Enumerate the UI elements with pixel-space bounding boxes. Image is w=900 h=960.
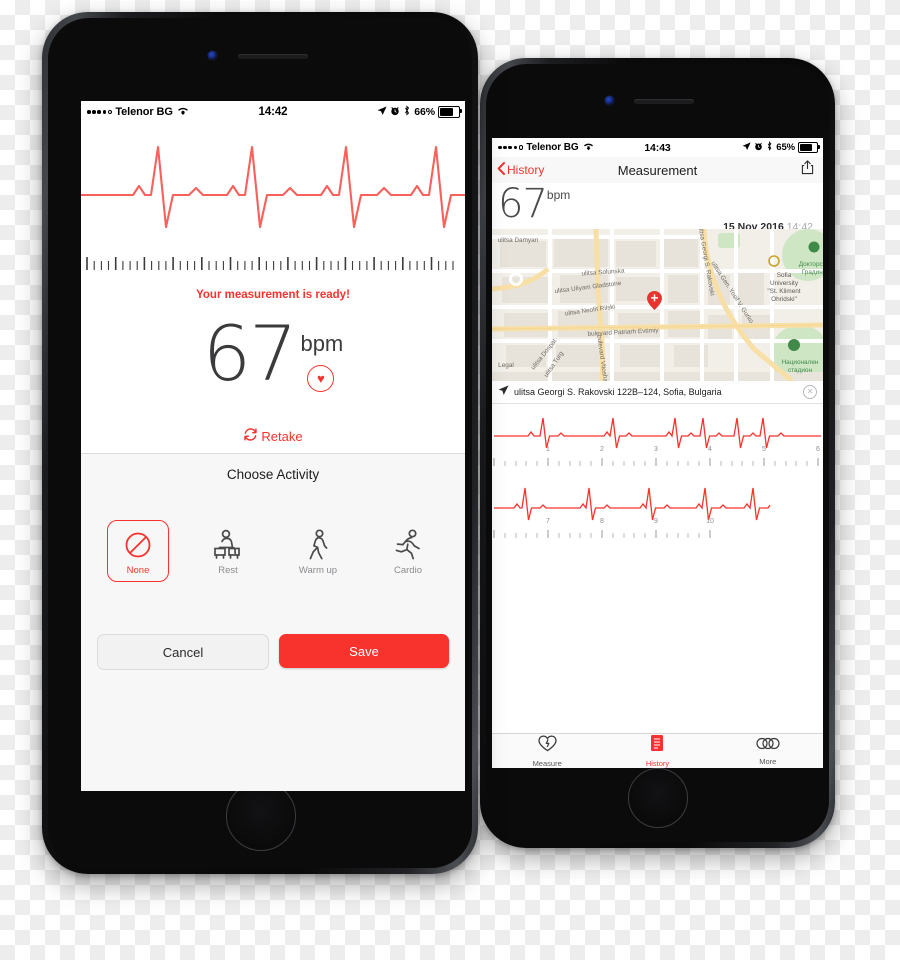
- three-circles-icon: [756, 737, 780, 755]
- ecg-strip-2: 7 8 9 10: [492, 478, 823, 540]
- navbar-right: History Measurement: [492, 157, 823, 184]
- heart-icon: ♥: [307, 365, 335, 392]
- heart-pulse-icon: [538, 734, 557, 757]
- ecg-tick-label: 8: [600, 518, 604, 525]
- map-pin-icon: [647, 291, 662, 310]
- map-label: стадион: [788, 367, 812, 374]
- ecg-tick-label: 9: [654, 518, 658, 525]
- ecg-tick-label: 7: [546, 518, 550, 525]
- ecg-tick-label: 6: [816, 446, 820, 453]
- earpiece-speaker: [238, 54, 308, 59]
- activity-picker: None Rest Warm up Cardio: [81, 482, 465, 582]
- ecg-strip-2-tick-labels: 7 8 9 10: [492, 518, 823, 530]
- tab-more-label: More: [759, 756, 777, 766]
- phone-right-bezel: Telenor BG 14:43 65% History Measurement…: [486, 64, 829, 842]
- tab-history[interactable]: History: [602, 734, 712, 768]
- address-bar[interactable]: ulitsa Georgi S. Rakovski 122B–124, Sofi…: [492, 381, 823, 404]
- screenshot-stage: Telenor BG 14:43 65% History Measurement…: [0, 0, 900, 960]
- measurement-bpm-value: 67: [498, 181, 548, 227]
- measurement-bpm-unit: bpm: [546, 188, 571, 202]
- map-label: Градина: [801, 269, 823, 276]
- ready-message: Your measurement is ready!: [196, 289, 350, 301]
- activity-option-none[interactable]: None: [107, 520, 169, 582]
- ecg-ruler: [81, 256, 465, 274]
- ecg-tick-label: 10: [706, 518, 714, 525]
- refresh-icon: [243, 427, 258, 445]
- sheet-title: Choose Activity: [226, 467, 320, 482]
- activity-option-warmup[interactable]: Warm up: [287, 520, 349, 582]
- earpiece-speaker: [634, 99, 694, 104]
- bpm-value: 67: [202, 309, 298, 398]
- map-label: ulitsa Damyan: [497, 237, 539, 244]
- phone-right: Telenor BG 14:43 65% History Measurement…: [480, 58, 835, 848]
- tab-measure[interactable]: Measure: [492, 734, 602, 768]
- activity-option-rest[interactable]: Rest: [197, 520, 259, 582]
- ecg-tick-label: 4: [708, 446, 712, 453]
- sheet-actions: Cancel Save: [81, 582, 465, 686]
- close-circle-icon[interactable]: ✕: [803, 385, 817, 399]
- map-label: Национален: [781, 359, 819, 366]
- status-bar-right: Telenor BG 14:43 65%: [492, 138, 823, 157]
- screen-left: Telenor BG 14:42 66% Your measurement is…: [81, 101, 465, 791]
- map-label: Докторска: [798, 261, 823, 268]
- tab-more[interactable]: More: [713, 734, 823, 768]
- ecg-hero: [81, 123, 465, 258]
- map-label: Legal: [498, 362, 514, 369]
- activity-option-cardio-label: Cardio: [394, 565, 422, 576]
- ecg-strip-1-tick-labels: 1 2 3 4 5 6: [492, 446, 823, 458]
- document-list-icon: [649, 734, 665, 757]
- status-bar-time: 14:42: [258, 106, 288, 118]
- tab-measure-label: Measure: [532, 758, 562, 768]
- ecg-tick-label: 1: [546, 446, 550, 453]
- ecg-ruler-ticks: [86, 257, 454, 270]
- activity-option-none-label: None: [126, 565, 150, 576]
- map-view[interactable]: ulitsa Damyan ulitsa Solunska ulitsa Uliya…: [492, 229, 823, 381]
- map-label: "St. Kliment: [767, 288, 801, 295]
- choose-activity-sheet: Choose Activity None Rest Warm up Cardio…: [81, 454, 465, 791]
- no-entry-icon: [123, 528, 153, 562]
- save-button[interactable]: Save: [279, 634, 449, 668]
- retake-label: Retake: [261, 428, 303, 444]
- phone-left-bezel: Telenor BG 14:42 66% Your measurement is…: [48, 18, 472, 868]
- front-camera-icon: [605, 96, 614, 105]
- front-camera-icon: [208, 51, 217, 60]
- home-button-left[interactable]: [226, 781, 296, 851]
- retake-button[interactable]: Retake: [81, 427, 465, 445]
- map-label: Sofia: [776, 272, 792, 279]
- cancel-button[interactable]: Cancel: [97, 634, 269, 670]
- activity-option-cardio[interactable]: Cardio: [377, 520, 439, 582]
- activity-option-warmup-label: Warm up: [298, 565, 338, 576]
- measurement-summary: 67 bpm 15 Nov 2016 14:42: [492, 183, 823, 233]
- home-button-right[interactable]: [628, 768, 688, 828]
- ecg-tick-label: 2: [600, 446, 604, 453]
- person-walking-icon: [304, 528, 332, 562]
- screen-right: Telenor BG 14:43 65% History Measurement…: [492, 138, 823, 768]
- ecg-hero-trace: [81, 145, 465, 229]
- bpm-display: 67 bpm ♥: [81, 309, 465, 398]
- map-label: University: [769, 280, 799, 287]
- phone-left: Telenor BG 14:42 66% Your measurement is…: [42, 12, 478, 874]
- activity-option-rest-label: Rest: [218, 565, 238, 576]
- person-sitting-icon: [211, 528, 245, 562]
- status-bar-time: 14:43: [644, 141, 671, 154]
- ecg-tick-label: 5: [762, 446, 766, 453]
- bpm-unit: bpm: [300, 331, 344, 356]
- map-label: Ohridski": [771, 296, 797, 303]
- tab-history-label: History: [645, 759, 670, 768]
- person-running-icon: [392, 528, 424, 562]
- address-text: ulitsa Georgi S. Rakovski 122B–124, Sofi…: [514, 387, 722, 397]
- ecg-strip-1: 1 2 3 4 5 6: [492, 406, 823, 468]
- ecg-tick-label: 3: [654, 446, 658, 453]
- status-bar-left: Telenor BG 14:42 66%: [81, 101, 465, 123]
- battery-icon: [798, 142, 820, 153]
- location-arrow-icon: [498, 383, 509, 401]
- page-title: Measurement: [617, 162, 698, 178]
- tab-bar: Measure History More: [492, 733, 823, 768]
- battery-icon: [438, 106, 462, 118]
